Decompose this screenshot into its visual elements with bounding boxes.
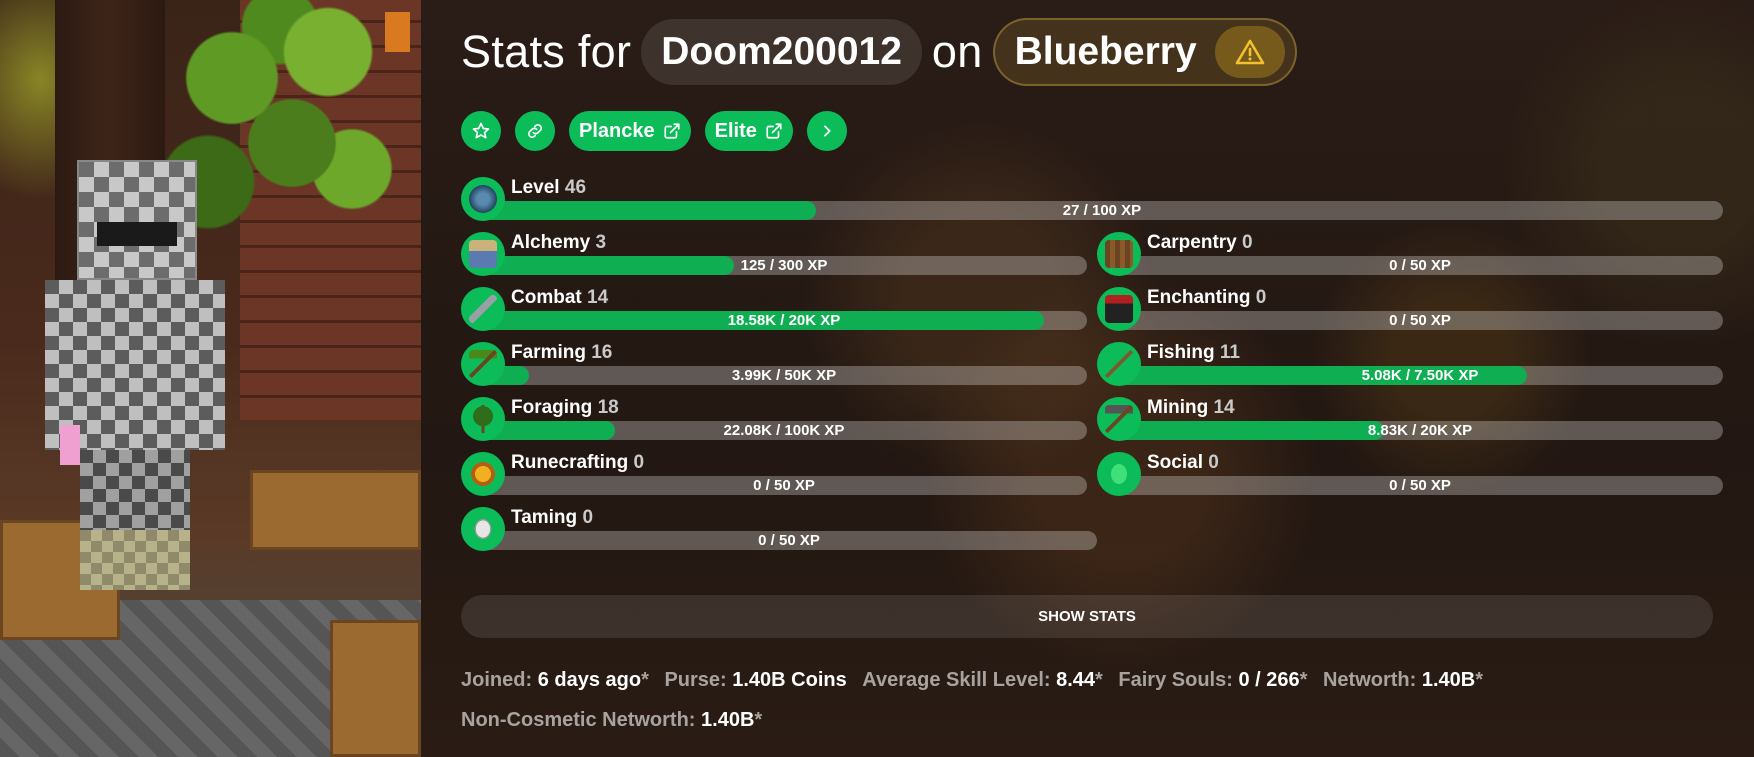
elite-link-button[interactable]: Elite xyxy=(704,111,793,151)
star-icon xyxy=(472,122,490,139)
xp-bar: 8.83K / 20K XP xyxy=(1117,421,1723,440)
favorite-button[interactable] xyxy=(461,111,501,151)
xp-bar: 22.08K / 100K XP xyxy=(481,421,1087,440)
skill-name: Alchemy 3 xyxy=(511,232,607,253)
xp-text: 125 / 300 XP xyxy=(740,257,828,274)
skill-level[interactable]: Level 46 27 / 100 XP xyxy=(461,177,1723,221)
skill-name: Farming 16 xyxy=(511,342,613,363)
player-name[interactable]: Doom200012 xyxy=(641,19,922,85)
skill-name: Fishing 11 xyxy=(1147,342,1240,363)
xp-bar: 5.08K / 7.50K XP xyxy=(1117,366,1723,385)
avg-skill-info: Average Skill Level: 8.44* xyxy=(862,669,1103,691)
stats-panel: Stats for Doom200012 on Blueberry Planck… xyxy=(421,0,1754,757)
skill-name: Carpentry 0 xyxy=(1147,232,1253,253)
external-link-icon xyxy=(664,123,680,139)
player-render-scene xyxy=(0,0,421,757)
skill-carpentry[interactable]: Carpentry 0 0 / 50 XP xyxy=(1097,232,1723,276)
plancke-label: Plancke xyxy=(579,119,655,142)
title-on: on xyxy=(931,26,983,77)
skill-runecrafting[interactable]: Runecrafting 0 0 / 50 XP xyxy=(461,452,1087,496)
player-skin-model xyxy=(25,160,245,590)
link-icon xyxy=(528,124,542,138)
player-face xyxy=(97,222,177,246)
external-link-icon xyxy=(766,123,782,139)
xp-text: 27 / 100 XP xyxy=(1062,202,1142,219)
skill-foraging[interactable]: Foraging 18 22.08K / 100K XP xyxy=(461,397,1087,441)
xp-bar: 0 / 50 XP xyxy=(1117,476,1723,495)
enchanting-table-icon xyxy=(1097,287,1141,331)
warning-triangle-icon xyxy=(1235,39,1264,65)
skill-name: Foraging 18 xyxy=(511,397,619,418)
xp-bar: 0 / 50 XP xyxy=(1117,256,1723,275)
xp-text: 3.99K / 50K XP xyxy=(731,367,837,384)
skill-fishing[interactable]: Fishing 11 5.08K / 7.50K XP xyxy=(1097,342,1723,386)
skill-name: Taming 0 xyxy=(511,507,594,528)
magma-cream-icon xyxy=(461,452,505,496)
xp-text: 0 / 50 XP xyxy=(1389,312,1451,329)
skill-taming[interactable]: Taming 0 0 / 50 XP xyxy=(461,507,1097,551)
crafting-table-icon xyxy=(1097,232,1141,276)
skill-social[interactable]: Social 0 0 / 50 XP xyxy=(1097,452,1723,496)
skill-combat[interactable]: Combat 14 18.58K / 20K XP xyxy=(461,287,1087,331)
skill-name: Level 46 xyxy=(511,177,587,198)
skill-alchemy[interactable]: Alchemy 3 125 / 300 XP xyxy=(461,232,1087,276)
action-buttons: Plancke Elite xyxy=(461,111,847,151)
plancke-link-button[interactable]: Plancke xyxy=(569,111,691,151)
brewing-stand-icon xyxy=(461,232,505,276)
profile-info: Joined: 6 days ago* Purse: 1.40B Coins A… xyxy=(461,660,1731,740)
xp-text: 5.08K / 7.50K XP xyxy=(1361,367,1479,384)
lit-window xyxy=(385,12,410,52)
xp-text: 0 / 50 XP xyxy=(1389,257,1451,274)
xp-bar: 125 / 300 XP xyxy=(481,256,1087,275)
xp-text: 18.58K / 20K XP xyxy=(727,312,841,329)
chevron-right-icon xyxy=(823,125,831,137)
skill-name: Enchanting 0 xyxy=(1147,287,1267,308)
skill-enchanting[interactable]: Enchanting 0 0 / 50 XP xyxy=(1097,287,1723,331)
sword-icon xyxy=(461,287,505,331)
emerald-icon xyxy=(1097,452,1141,496)
fairy-souls-info: Fairy Souls: 0 / 266* xyxy=(1118,669,1308,691)
show-stats-button[interactable]: SHOW STATS xyxy=(461,595,1713,638)
xp-text: 8.83K / 20K XP xyxy=(1367,422,1473,439)
purse-info: Purse: 1.40B Coins xyxy=(664,669,847,691)
page-title: Stats for Doom200012 on Blueberry xyxy=(461,18,1297,86)
skill-name: Social 0 xyxy=(1147,452,1219,473)
copy-link-button[interactable] xyxy=(515,111,555,151)
non-cosmetic-networth-info: Non-Cosmetic Networth: 1.40B* xyxy=(461,709,763,731)
xp-text: 0 / 50 XP xyxy=(758,532,820,549)
joined-info: Joined: 6 days ago* xyxy=(461,669,649,691)
player-held-item xyxy=(60,425,80,465)
spawn-egg-icon xyxy=(461,507,505,551)
wooden-bench xyxy=(250,470,421,550)
skill-name: Combat 14 xyxy=(511,287,609,308)
sapling-icon xyxy=(461,397,505,441)
wooden-bench xyxy=(330,620,421,757)
skill-farming[interactable]: Farming 16 3.99K / 50K XP xyxy=(461,342,1087,386)
skill-name: Mining 14 xyxy=(1147,397,1235,418)
more-links-button[interactable] xyxy=(806,111,847,151)
fishing-rod-icon xyxy=(1097,342,1141,386)
player-boots xyxy=(80,530,190,590)
xp-text: 0 / 50 XP xyxy=(1389,477,1451,494)
player-head xyxy=(77,160,197,280)
elite-label: Elite xyxy=(714,119,757,142)
xp-bar: 27 / 100 XP xyxy=(481,201,1723,220)
xp-bar: 18.58K / 20K XP xyxy=(481,311,1087,330)
profile-name: Blueberry xyxy=(1014,30,1197,73)
pickaxe-icon xyxy=(1097,397,1141,441)
xp-bar: 3.99K / 50K XP xyxy=(481,366,1087,385)
xp-bar: 0 / 50 XP xyxy=(481,476,1087,495)
xp-bar: 0 / 50 XP xyxy=(481,531,1097,550)
networth-info: Networth: 1.40B* xyxy=(1322,669,1484,691)
profile-selector[interactable]: Blueberry xyxy=(992,18,1297,86)
xp-bar: 0 / 50 XP xyxy=(1117,311,1723,330)
hoe-icon xyxy=(461,342,505,386)
profile-warning-button[interactable] xyxy=(1214,26,1285,78)
level-icon xyxy=(461,177,505,221)
xp-text: 22.08K / 100K XP xyxy=(723,422,845,439)
skill-mining[interactable]: Mining 14 8.83K / 20K XP xyxy=(1097,397,1723,441)
skill-name: Runecrafting 0 xyxy=(511,452,645,473)
title-prefix: Stats for xyxy=(461,26,632,77)
xp-text: 0 / 50 XP xyxy=(753,477,815,494)
